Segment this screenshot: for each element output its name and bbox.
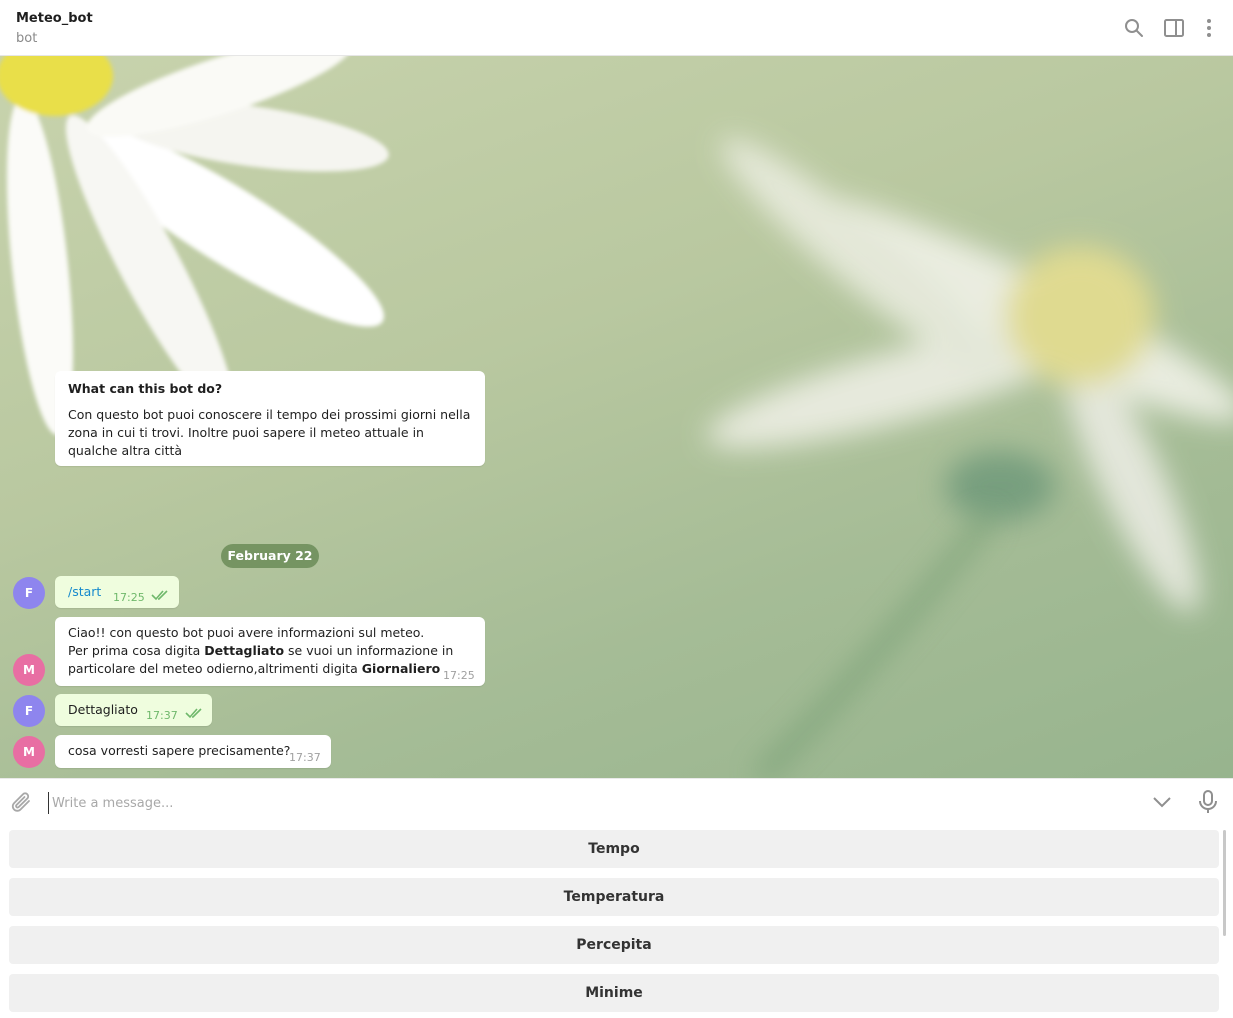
message-bubble-incoming[interactable]: cosa vorresti sapere precisamente? 17:37	[55, 735, 331, 768]
message-time: 17:25	[113, 591, 145, 604]
chat-history[interactable]: What can this bot do? Con questo bot puo…	[0, 56, 1233, 778]
avatar[interactable]: M	[13, 654, 45, 686]
message-bubble-outgoing[interactable]: Dettagliato 17:37	[55, 694, 212, 726]
avatar[interactable]: F	[13, 577, 45, 609]
avatar-initial: F	[24, 704, 34, 718]
bot-info-description: Con questo bot puoi conoscere il tempo d…	[68, 407, 471, 458]
double-check-icon	[185, 706, 205, 724]
message-time: 17:25	[443, 669, 475, 682]
keyboard-button-tempo[interactable]: Tempo	[9, 830, 1219, 868]
bold-keyword: Dettagliato	[204, 643, 285, 658]
bold-keyword: Giornaliero	[361, 661, 441, 676]
date-separator: February 22	[221, 544, 319, 568]
chat-header: Meteo_bot bot	[0, 0, 1233, 56]
message-text-line: Ciao!! con questo bot puoi avere informa…	[68, 625, 425, 640]
bot-command-link[interactable]: /start	[68, 583, 101, 601]
bot-info-card: What can this bot do? Con questo bot puo…	[55, 371, 485, 466]
microphone-icon[interactable]	[1197, 789, 1219, 819]
avatar-initial: M	[23, 663, 35, 677]
message-time: 17:37	[289, 751, 321, 764]
keyboard-scrollbar[interactable]	[1223, 830, 1226, 936]
avatar[interactable]: M	[13, 736, 45, 768]
keyboard-button-minime[interactable]: Minime	[9, 974, 1219, 1012]
avatar[interactable]: F	[13, 695, 45, 727]
message-bubble-outgoing[interactable]: /start 17:25	[55, 576, 179, 608]
message-text: cosa vorresti sapere precisamente?	[68, 743, 291, 758]
bot-keyboard: Tempo Temperatura Percepita Minime	[0, 826, 1233, 1018]
search-icon[interactable]	[1122, 16, 1146, 40]
message-time: 17:37	[146, 709, 178, 722]
message-composer	[0, 778, 1233, 826]
keyboard-button-percepita[interactable]: Percepita	[9, 926, 1219, 964]
attach-icon[interactable]	[10, 790, 34, 820]
chevron-down-icon[interactable]	[1150, 792, 1174, 816]
message-text-line: Per prima cosa digita Dettagliato se vuo…	[68, 643, 454, 658]
avatar-initial: M	[23, 745, 35, 759]
chat-subtitle: bot	[16, 31, 38, 46]
bot-info-heading: What can this bot do?	[68, 381, 223, 396]
sidebar-toggle-icon[interactable]	[1162, 16, 1186, 40]
message-input[interactable]	[48, 792, 1128, 814]
message-bubble-incoming[interactable]: Ciao!! con questo bot puoi avere informa…	[55, 617, 485, 686]
double-check-icon	[151, 588, 171, 606]
avatar-initial: F	[24, 586, 34, 600]
chat-title[interactable]: Meteo_bot	[16, 11, 93, 26]
more-vertical-icon[interactable]	[1197, 16, 1221, 40]
message-text-line: particolare del meteo odierno,altrimenti…	[68, 661, 441, 676]
message-text: Dettagliato	[68, 702, 138, 717]
keyboard-button-temperatura[interactable]: Temperatura	[9, 878, 1219, 916]
